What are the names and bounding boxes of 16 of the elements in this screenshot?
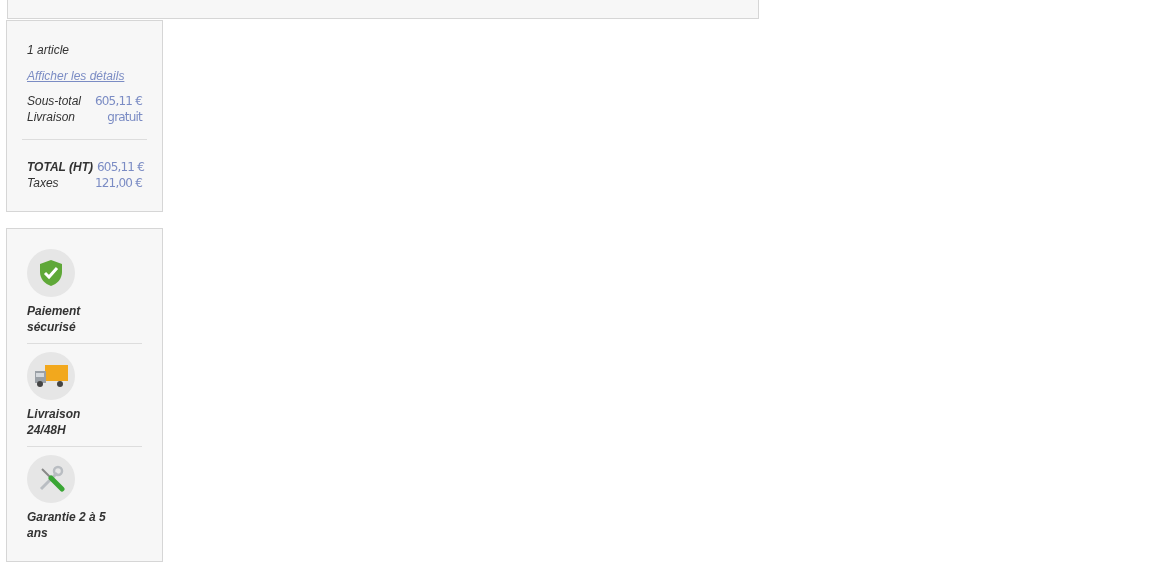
- shield-check-icon: [38, 259, 64, 287]
- feature-label: Livraison 24/48H: [27, 406, 82, 438]
- summary-amount: 605,11 €: [94, 93, 142, 109]
- summary-label: Sous-total: [27, 93, 82, 109]
- truck-icon: [33, 363, 69, 389]
- feature-label: Garantie 2 à 5 ans: [27, 509, 107, 541]
- details-link[interactable]: Afficher les détails: [27, 69, 125, 83]
- tools-icon: [37, 465, 65, 493]
- feature-label: Paiement sécurisé: [27, 303, 82, 335]
- summary-amount: 121,00 €: [94, 175, 142, 191]
- summary-label: TOTAL (HT): [27, 159, 93, 175]
- summary-amount: gratuit: [107, 109, 142, 125]
- item-count: 1 article: [27, 42, 71, 59]
- summary-label: Taxes: [27, 175, 59, 191]
- summary-label: Livraison: [27, 109, 76, 125]
- summary-amount: 605,11 €: [97, 159, 145, 175]
